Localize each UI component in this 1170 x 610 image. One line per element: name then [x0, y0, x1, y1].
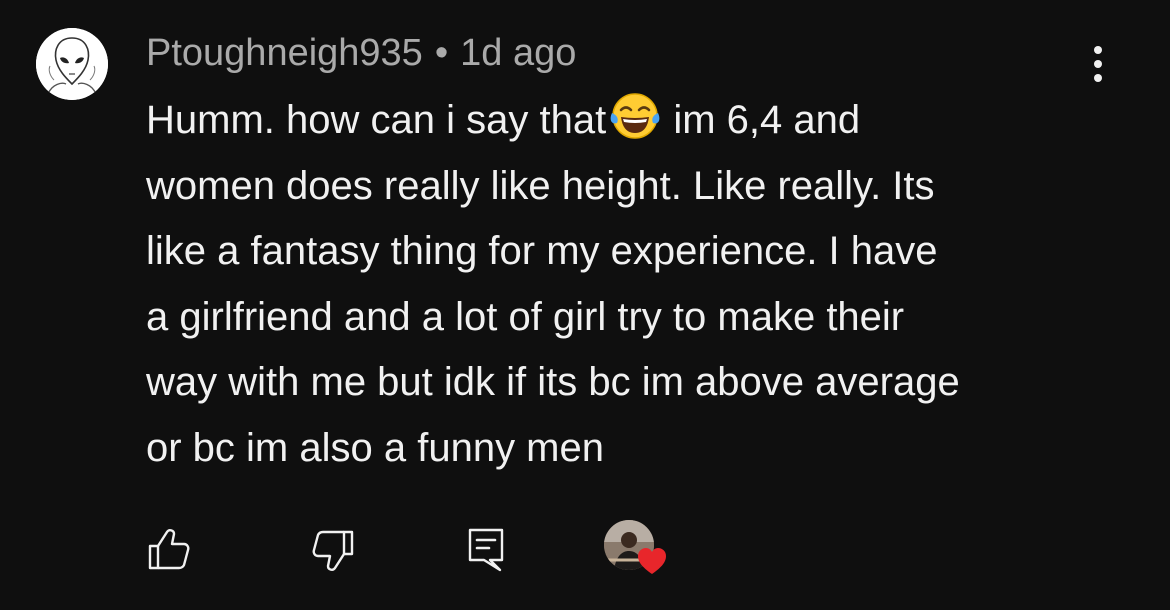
thumbs-down-icon [312, 530, 354, 571]
more-options-button[interactable] [1082, 42, 1114, 86]
like-button[interactable] [146, 524, 190, 574]
comment-line: a girlfriend and a lot of girl try to ma… [146, 294, 905, 339]
reply-button[interactable] [464, 524, 508, 574]
heart-icon [636, 546, 668, 576]
comment-line: women does really like height. Like real… [146, 163, 935, 208]
alien-avatar-image [36, 28, 108, 100]
more-vertical-icon [1094, 46, 1102, 82]
comment-line: like a fantasy thing for my experience. … [146, 229, 938, 273]
creator-heart-badge [604, 520, 670, 580]
comment-line: Humm. how can i say that im 6,4 and [146, 88, 1106, 154]
separator-dot: • [434, 32, 449, 74]
dislike-button[interactable] [312, 524, 356, 574]
comment-line: way with me but idk if its bc im above a… [146, 360, 960, 404]
timestamp: 1d ago [460, 32, 577, 74]
reply-comment-icon [468, 528, 504, 572]
comment-text: Humm. how can i say that im 6,4 and wome… [146, 88, 1106, 481]
thumbs-up-icon [148, 529, 190, 570]
commenter-avatar[interactable] [36, 28, 108, 100]
comment-card: Ptoughneigh935 • 1d ago Humm. how can i sa… [0, 0, 1170, 610]
comment-header: Ptoughneigh935 • 1d ago [146, 30, 576, 76]
comment-line: or bc im also a funny men [146, 425, 604, 470]
laughing-face-with-tears-emoji [608, 89, 662, 143]
username[interactable]: Ptoughneigh935 [146, 32, 423, 74]
